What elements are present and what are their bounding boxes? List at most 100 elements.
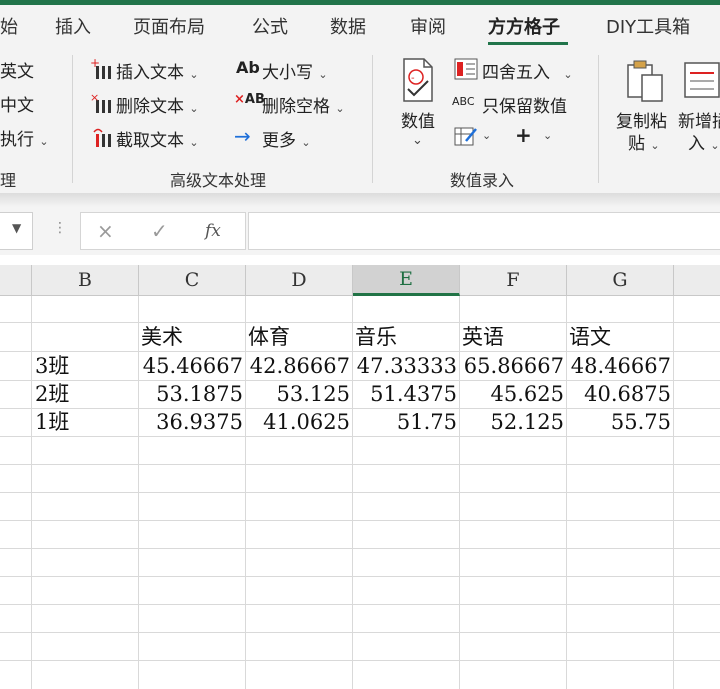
table-cell[interactable]: 51.75 bbox=[353, 408, 457, 436]
new-insert-icon bbox=[684, 61, 720, 105]
grid-line bbox=[0, 464, 720, 465]
group-divider bbox=[72, 55, 73, 183]
case-label: 大小写 bbox=[262, 63, 313, 83]
column-header-c[interactable]: C bbox=[139, 265, 246, 295]
tab-page-layout[interactable]: 页面布局 bbox=[133, 13, 205, 39]
table-cell[interactable]: 45.46667 bbox=[139, 352, 243, 380]
cell-c-header[interactable]: 美术 bbox=[141, 323, 183, 351]
more-options-icon[interactable]: ⋮ bbox=[53, 220, 67, 236]
keep-numbers-button[interactable]: 只保留数值 bbox=[482, 92, 567, 117]
value-button[interactable]: 数值 bbox=[401, 107, 435, 132]
new-insert-label-2: 入 bbox=[688, 134, 705, 154]
chevron-down-icon: ⌄ bbox=[318, 68, 328, 81]
chevron-down-icon: ⌄ bbox=[710, 139, 720, 152]
tab-insert[interactable]: 插入 bbox=[55, 13, 91, 39]
chinese-label: 中文 bbox=[0, 96, 34, 116]
grid-line bbox=[0, 576, 720, 577]
delete-space-icon: ×AB bbox=[234, 92, 265, 107]
cell-g-header[interactable]: 语文 bbox=[569, 323, 611, 351]
chevron-down-icon[interactable]: ⌄ bbox=[482, 129, 491, 142]
cancel-icon[interactable]: × bbox=[97, 219, 114, 243]
chevron-down-icon: ⌄ bbox=[650, 139, 660, 152]
worksheet-grid[interactable]: 美术 体育 音乐 英语 语文 3班 45.46667 42.86667 47.3… bbox=[0, 296, 720, 689]
text-group-label: 高级文本处理 bbox=[170, 171, 267, 190]
grid-line bbox=[0, 520, 720, 521]
table-cell[interactable]: 47.33333 bbox=[353, 352, 457, 380]
ribbon-shadow bbox=[0, 193, 720, 207]
column-header-a[interactable] bbox=[0, 265, 32, 295]
delete-space-label: 删除空格 bbox=[262, 97, 330, 117]
table-cell[interactable]: 45.625 bbox=[460, 380, 564, 408]
table-cell[interactable]: 48.46667 bbox=[567, 352, 671, 380]
table-cell[interactable]: 40.6875 bbox=[567, 380, 671, 408]
add-icon[interactable]: + bbox=[515, 123, 532, 147]
table-cell[interactable]: 53.125 bbox=[246, 380, 350, 408]
svg-text:×: × bbox=[90, 91, 99, 104]
column-header-b[interactable]: B bbox=[32, 265, 139, 295]
insert-function-icon[interactable]: fx bbox=[205, 221, 221, 241]
ribbon-tabs: 始 插入 页面布局 公式 数据 审阅 方方格子 DIY工具箱 bbox=[0, 5, 720, 45]
case-icon: Ab bbox=[236, 58, 260, 77]
column-header-f[interactable]: F bbox=[460, 265, 567, 295]
chevron-down-icon[interactable]: ▼ bbox=[12, 221, 21, 235]
chevron-down-icon: ⌄ bbox=[301, 136, 311, 149]
table-cell[interactable]: 41.0625 bbox=[246, 408, 350, 436]
row-label-cell[interactable]: 3班 bbox=[35, 352, 69, 380]
ribbon: 英文 中文 执行 ⌄ 理 + 插入文本 ⌄ × 删除文本 ⌄ 截取文本 ⌄ Ab… bbox=[0, 45, 720, 193]
column-header-d[interactable]: D bbox=[246, 265, 353, 295]
column-header-e[interactable]: E bbox=[353, 265, 460, 296]
copy-paste-button-line2[interactable]: 贴 ⌄ bbox=[628, 129, 660, 154]
tab-formulas[interactable]: 公式 bbox=[252, 13, 288, 39]
grid-line bbox=[0, 660, 720, 661]
more-label: 更多 bbox=[262, 131, 296, 151]
round-button[interactable]: 四舍五入 ⌄ bbox=[482, 58, 573, 83]
chevron-down-icon[interactable]: ⌄ bbox=[543, 129, 552, 142]
grid-line bbox=[0, 436, 720, 437]
extract-text-button[interactable]: 截取文本 ⌄ bbox=[116, 126, 199, 151]
new-insert-button-line2[interactable]: 入 ⌄ bbox=[688, 129, 720, 154]
left-group-label: 理 bbox=[0, 171, 17, 190]
chinese-button[interactable]: 中文 bbox=[0, 91, 34, 116]
cell-f-header[interactable]: 英语 bbox=[462, 323, 504, 351]
delete-space-button[interactable]: 删除空格 ⌄ bbox=[262, 92, 345, 117]
english-label: 英文 bbox=[0, 62, 34, 82]
table-cell[interactable]: 51.4375 bbox=[353, 380, 457, 408]
delete-text-button[interactable]: 删除文本 ⌄ bbox=[116, 92, 199, 117]
enter-icon[interactable]: ✓ bbox=[151, 219, 168, 243]
column-headers: B C D E F G bbox=[0, 265, 720, 296]
more-button[interactable]: 更多 ⌄ bbox=[262, 126, 311, 151]
column-header-h[interactable] bbox=[674, 265, 720, 295]
delete-text-icon: × bbox=[90, 91, 112, 119]
value-entry-icon: - bbox=[400, 57, 436, 107]
keep-numbers-icon: ABC bbox=[452, 95, 475, 108]
table-cell[interactable]: 52.125 bbox=[460, 408, 564, 436]
copy-paste-icon bbox=[624, 59, 668, 107]
edit-table-icon[interactable] bbox=[454, 125, 478, 151]
table-cell[interactable]: 65.86667 bbox=[460, 352, 564, 380]
tab-fangfang[interactable]: 方方格子 bbox=[488, 13, 560, 39]
formula-input[interactable] bbox=[248, 212, 720, 250]
row-label-cell[interactable]: 1班 bbox=[35, 408, 69, 436]
group-divider bbox=[372, 55, 373, 183]
grid-line bbox=[0, 632, 720, 633]
table-cell[interactable]: 36.9375 bbox=[139, 408, 243, 436]
english-button[interactable]: 英文 bbox=[0, 57, 34, 82]
tab-diy-toolbox[interactable]: DIY工具箱 bbox=[606, 13, 690, 39]
tab-data[interactable]: 数据 bbox=[330, 13, 366, 39]
execute-button[interactable]: 执行 ⌄ bbox=[0, 125, 49, 150]
table-cell[interactable]: 42.86667 bbox=[246, 352, 350, 380]
cell-e-header[interactable]: 音乐 bbox=[355, 323, 397, 351]
table-cell[interactable]: 53.1875 bbox=[139, 380, 243, 408]
case-button[interactable]: 大小写 ⌄ bbox=[262, 58, 328, 83]
table-cell[interactable]: 55.75 bbox=[567, 408, 671, 436]
extract-text-label: 截取文本 bbox=[116, 131, 184, 151]
row-label-cell[interactable]: 2班 bbox=[35, 380, 69, 408]
tab-home[interactable]: 始 bbox=[0, 13, 18, 39]
insert-text-button[interactable]: 插入文本 ⌄ bbox=[116, 58, 199, 83]
svg-text:-: - bbox=[411, 73, 415, 84]
column-header-g[interactable]: G bbox=[567, 265, 674, 295]
cell-d-header[interactable]: 体育 bbox=[248, 323, 290, 351]
name-box[interactable]: ▼ bbox=[0, 212, 33, 250]
svg-text:+: + bbox=[90, 57, 100, 70]
tab-review[interactable]: 审阅 bbox=[410, 13, 446, 39]
